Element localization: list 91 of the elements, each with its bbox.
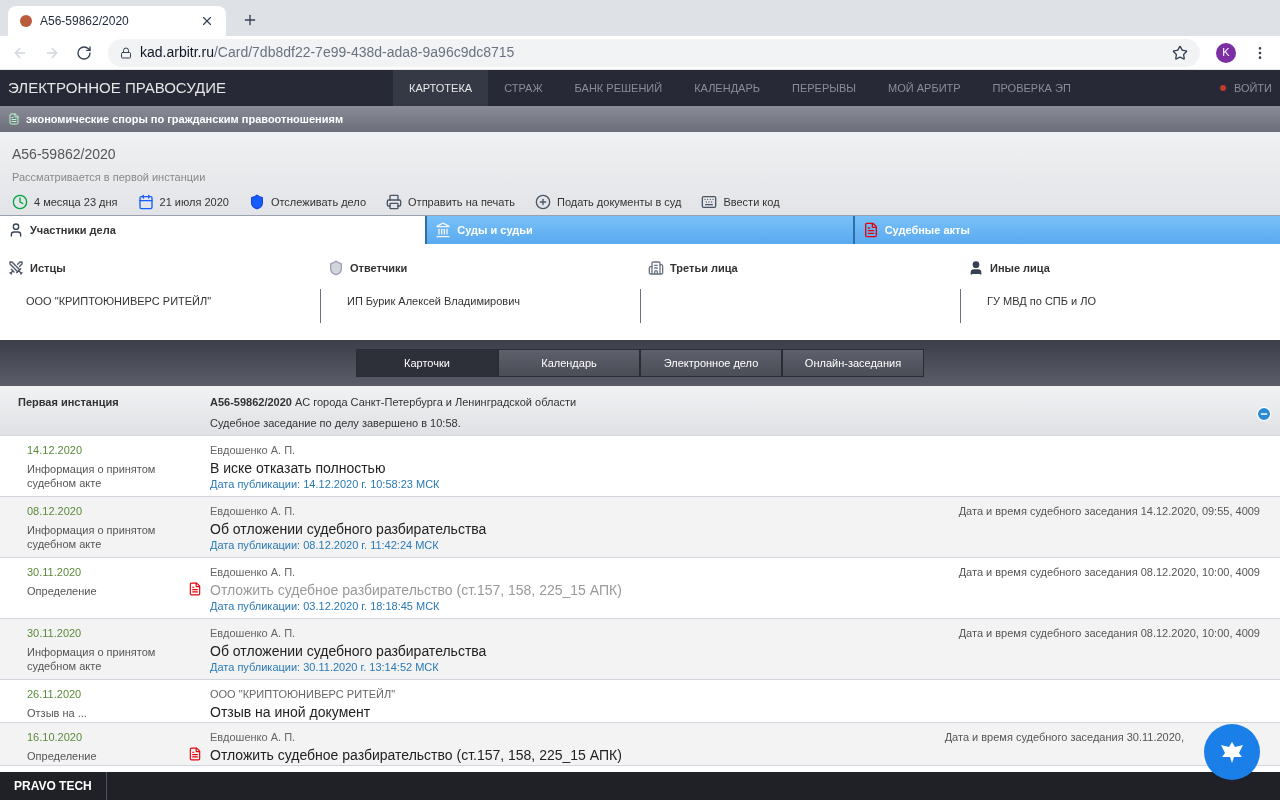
person-icon (8, 222, 24, 238)
site-logo[interactable]: ЭЛЕКТРОННОЕ ПРАВОСУДИЕ (0, 76, 393, 100)
nav-item[interactable]: ПРОВЕРКА ЭП (976, 70, 1087, 106)
footer-brand[interactable]: PRAVO TECH (0, 772, 107, 800)
collapse-icon[interactable] (1256, 406, 1272, 422)
case-action-link[interactable]: Отправить на печать (386, 193, 515, 210)
person-icon (968, 260, 984, 277)
event-author: ООО "КРИПТОЮНИВЕРС РИТЕЙЛ" (210, 688, 397, 701)
publication-date: Дата публикации: 08.12.2020 г. 11:42:24 МСК (210, 539, 440, 552)
tab-title: А56-59862/2020 (40, 13, 130, 30)
participant-name[interactable]: ООО "КРИПТОЮНИВЕРС РИТЕЙЛ" (26, 288, 320, 309)
swords-icon (8, 260, 24, 277)
profile-avatar[interactable]: K (1216, 42, 1236, 63)
event-title[interactable]: Об отложении судебного разбирательства (210, 642, 959, 660)
new-tab-icon[interactable] (242, 12, 258, 28)
plus-circle-icon (534, 193, 551, 210)
nav-item[interactable]: КАЛЕНДАРЬ (678, 70, 776, 106)
event-author: Евдошенко А. П. (210, 566, 297, 579)
reload-icon[interactable] (76, 44, 92, 61)
close-icon[interactable] (200, 14, 214, 28)
participant-group-title: Истцы (30, 261, 66, 276)
case-action-link[interactable]: Ввести код (701, 193, 780, 210)
event-author: Евдошенко А. П. (210, 444, 297, 457)
publication-date: Дата публикации: 03.12.2020 г. 18:18:45 МСК (210, 600, 441, 613)
event-date: 14.12.2020 (27, 444, 84, 457)
category-title: экономические споры по гражданским правоотношениям (26, 111, 344, 127)
event-author: Евдошенко А. П. (210, 505, 297, 518)
event-author: Евдошенко А. П. (210, 627, 297, 640)
participant-group-title: Иные лица (990, 261, 1050, 276)
instance-title: Первая инстанция (17, 395, 120, 410)
address-field[interactable]: kad.arbitr.ru/Card/7db8df22-7e99-438d-ada8-9a96c9dc8715 (108, 38, 1200, 67)
event-type: Информация о принятом судебном акте (27, 523, 157, 551)
star-icon[interactable] (1172, 44, 1188, 61)
browser-tab[interactable]: А56-59862/2020 (8, 6, 226, 36)
pdf-icon (188, 747, 202, 761)
nav-item[interactable]: МОЙ АРБИТР (872, 70, 977, 106)
shield-icon (328, 260, 344, 277)
publication-date: Дата публикации: 14.12.2020 г. 10:58:23 МСК (210, 478, 441, 491)
instance-note: Судебное заседание по делу завершено в 10:58. (210, 415, 462, 431)
instance-court: А56-59862/2020 АС города Санкт-Петербурга и Ленинградской области (210, 395, 578, 410)
participant-name[interactable]: ГУ МВД по СПБ и ЛО (987, 288, 1280, 309)
document-icon (862, 222, 879, 238)
login-link[interactable]: ВОЙТИ (1233, 79, 1280, 97)
event-type: Определение (27, 749, 98, 763)
event-title[interactable]: Отложить судебное разбирательство (ст.157, 158, 225_15 АПК) (210, 746, 945, 764)
event-type: Отзыв на ... (27, 706, 88, 720)
event-title[interactable]: Об отложении судебного разбирательства (210, 520, 959, 538)
view-tab[interactable]: Онлайн-заседания (782, 349, 924, 377)
case-action-link[interactable]: Подать документы в суд (534, 193, 682, 210)
case-action-link[interactable]: 21 июля 2020 (137, 193, 229, 210)
view-tab[interactable]: Календарь (498, 349, 640, 377)
document-icon (8, 112, 20, 126)
event-type: Определение (27, 584, 98, 598)
courthouse-icon (435, 222, 452, 238)
pdf-icon (188, 582, 202, 596)
view-tab[interactable]: Электронное дело (640, 349, 782, 377)
view-tab[interactable]: Карточки (356, 349, 498, 377)
event-type: Информация о принятом судебном акте (27, 645, 157, 673)
url-text: kad.arbitr.ru/Card/7db8df22-7e99-438d-ada8-9a96c9dc8715 (140, 43, 516, 62)
hearing-info: Дата и время судебного заседания 30.11.2020, (944, 731, 1185, 745)
printer-icon (386, 193, 403, 210)
nav-item[interactable]: КАРТОТЕКА (393, 70, 489, 106)
publication-date: Дата публикации: 30.11.2020 г. 13:14:52 МСК (210, 661, 440, 674)
case-status: Рассматривается в первой инстанции (12, 170, 207, 185)
event-date: 08.12.2020 (27, 505, 84, 518)
case-action-link[interactable]: Отслеживать дело (248, 193, 367, 210)
lock-icon (120, 46, 132, 59)
hearing-info: Дата и время судебного заседания 08.12.2020, 10:00, 4009 (958, 627, 1261, 641)
nav-item[interactable]: СТРАЖ (488, 70, 559, 106)
case-number: А56-59862/2020 (12, 145, 117, 164)
hearing-info: Дата и время судебного заседания 08.12.2020, 10:00, 4009 (958, 566, 1261, 580)
event-author: Евдошенко А. П. (210, 731, 297, 744)
participant-group-title: Третьи лица (670, 261, 738, 276)
event-date: 26.11.2020 (27, 688, 83, 701)
shield-icon (248, 193, 265, 210)
event-date: 16.10.2020 (27, 731, 84, 744)
building-icon (648, 260, 664, 277)
nav-item[interactable]: ПЕРЕРЫВЫ (776, 70, 873, 106)
event-title[interactable]: Отзыв на иной документ (210, 703, 1280, 721)
clock-icon (12, 193, 28, 210)
nav-item[interactable]: БАНК РЕШЕНИЙ (558, 70, 679, 106)
participant-name[interactable]: ИП Бурик Алексей Владимирович (347, 288, 640, 309)
participant-group-title: Ответчики (350, 261, 408, 276)
event-type: Информация о принятом судебном акте (27, 462, 157, 490)
calendar-icon (137, 193, 154, 210)
case-action-link[interactable]: 4 месяца 23 дня (12, 193, 118, 210)
keyboard-icon (701, 193, 718, 210)
event-title[interactable]: В иске отказать полностью (210, 459, 1280, 477)
event-date: 30.11.2020 (27, 566, 83, 579)
hearing-info: Дата и время судебного заседания 14.12.2020, 09:55, 4009 (958, 505, 1261, 519)
event-date: 30.11.2020 (27, 627, 83, 640)
